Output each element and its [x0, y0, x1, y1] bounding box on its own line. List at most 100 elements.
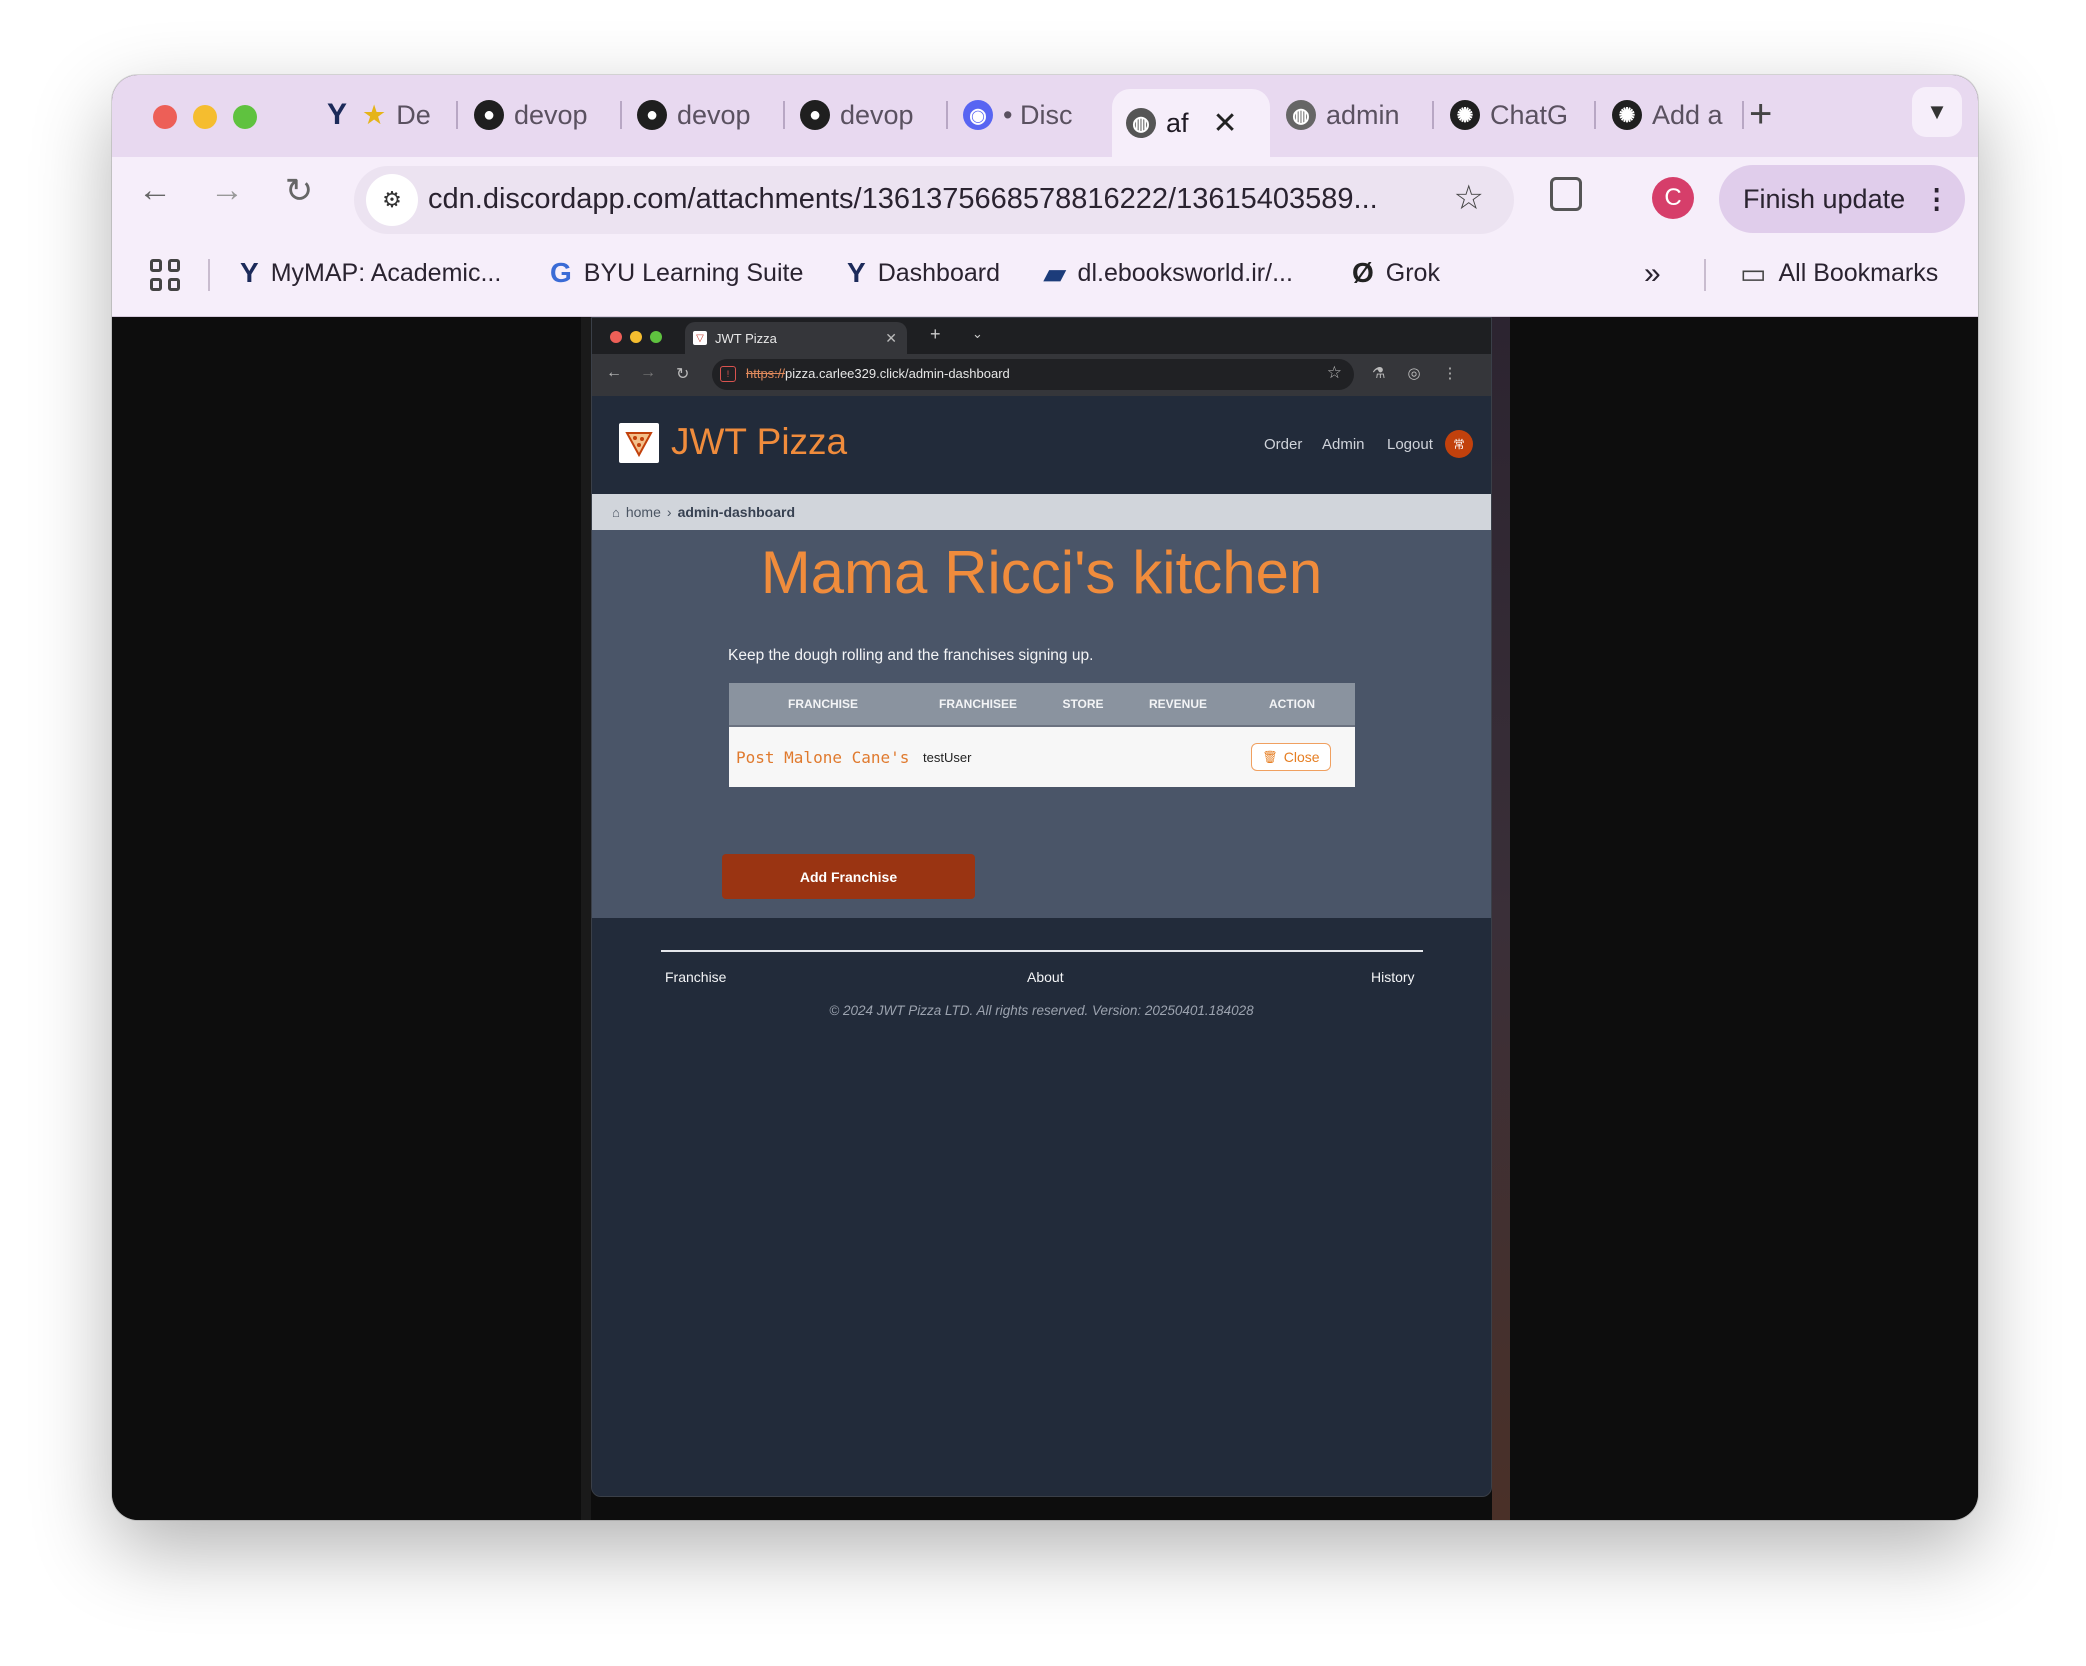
tab-search-chevron-icon[interactable]: ▼ [1912, 87, 1962, 137]
bookmark-item[interactable]: Y MyMAP: Academic... [240, 257, 501, 289]
add-franchise-button[interactable]: Add Franchise [722, 854, 975, 899]
address-bar[interactable]: ⚙ cdn.discordapp.com/attachments/1361375… [354, 166, 1514, 234]
admin-dashboard: Mama Ricci's kitchen Keep the dough roll… [592, 530, 1491, 918]
bookmark-item[interactable]: G BYU Learning Suite [550, 257, 803, 289]
new-tab-icon: + [930, 324, 941, 344]
close-franchise-button[interactable]: 🗑 Close [1251, 743, 1331, 771]
column-header: STORE [1062, 697, 1104, 711]
browser-tab[interactable]: ✺ ChatG [1436, 87, 1596, 143]
page-tagline: Keep the dough rolling and the franchise… [728, 647, 1094, 664]
nav-logout[interactable]: Logout [1387, 436, 1433, 453]
app-footer: Franchise About History © 2024 JWT Pizza… [592, 918, 1491, 1496]
byu-y-icon: Y [240, 257, 259, 288]
github-icon: ● [474, 100, 504, 130]
inner-tab: ▽ JWT Pizza ✕ [685, 322, 907, 354]
site-settings-icon[interactable]: ⚙ [366, 174, 418, 226]
browser-tab[interactable]: ✺ Add a [1598, 87, 1744, 143]
reload-icon: ↻ [676, 366, 690, 383]
footer-link-history[interactable]: History [1371, 969, 1415, 985]
browser-toolbar: ← → ↻ ⚙ cdn.discordapp.com/attachments/1… [112, 157, 1978, 237]
minimize-window-button[interactable] [193, 105, 217, 129]
book-icon: ▰ [1044, 258, 1066, 289]
browser-window: Y ★ De ● devop ● devop ● devop ◉ • Disc … [112, 75, 1978, 1520]
close-tab-icon[interactable]: ✕ [1213, 106, 1238, 141]
inner-toolbar: ← → ↻ ! https://pizza.carlee329.click/ad… [592, 354, 1491, 396]
new-tab-icon[interactable]: + [1749, 92, 1772, 137]
column-header: FRANCHISEE [938, 697, 1017, 711]
pizza-favicon-icon: ▽ [693, 331, 707, 345]
all-bookmarks-button[interactable]: ▭ All Bookmarks [1740, 257, 1938, 290]
bookmark-item[interactable]: Y Dashboard [847, 257, 1000, 289]
profile-avatar[interactable]: C [1652, 177, 1694, 219]
github-icon: ● [800, 100, 830, 130]
app-header: JWT Pizza Order Admin Logout 常 [592, 396, 1491, 494]
bookmark-star-icon[interactable]: ☆ [1454, 178, 1484, 218]
brand-name[interactable]: JWT Pizza [671, 421, 847, 463]
star-icon: ★ [362, 99, 387, 130]
footer-link-about[interactable]: About [1027, 969, 1064, 985]
chevron-right-icon: › [666, 504, 672, 520]
browser-tab[interactable]: ● devop [623, 87, 785, 143]
not-secure-icon: ! [720, 366, 736, 382]
image-viewer: ▽ JWT Pizza ✕ + ⌄ ← → ↻ ! https://pizza.… [112, 317, 1978, 1520]
chevron-down-icon: ⌄ [972, 326, 983, 341]
franchise-table: FRANCHISE FRANCHISEE STORE REVENUE ACTIO… [729, 683, 1355, 787]
browser-tab[interactable]: ● devop [460, 87, 622, 143]
close-window-button[interactable] [153, 105, 177, 129]
close-tab-icon: ✕ [885, 329, 897, 346]
footer-divider [661, 950, 1423, 952]
nav-order[interactable]: Order [1264, 436, 1302, 453]
page-title: Mama Ricci's kitchen [760, 539, 1323, 606]
back-arrow-icon[interactable]: ← [130, 171, 180, 210]
forward-arrow-icon: → [640, 364, 656, 381]
kebab-menu-icon: ⋮ [1923, 183, 1951, 214]
tab-strip: Y ★ De ● devop ● devop ● devop ◉ • Disc … [112, 75, 1978, 157]
more-bookmarks-chevron-icon[interactable]: » [1644, 257, 1661, 291]
table-header: FRANCHISE FRANCHISEE STORE REVENUE ACTIO… [729, 683, 1355, 725]
browser-tab[interactable]: ◉ • Disc [949, 87, 1109, 143]
inner-tab-strip: ▽ JWT Pizza ✕ + ⌄ [592, 318, 1491, 354]
bookmark-item[interactable]: Ø Grok [1352, 257, 1440, 289]
table-row: Post Malone Cane's testUser 🗑 Close [729, 725, 1355, 787]
copyright-text: © 2024 JWT Pizza LTD. All rights reserve… [829, 1003, 1254, 1018]
column-header: REVENUE [1148, 697, 1207, 711]
browser-tab[interactable]: ● devop [786, 87, 948, 143]
openai-icon: ✺ [1450, 100, 1480, 130]
franchise-name: Post Malone Cane's [736, 747, 910, 767]
apps-grid-icon[interactable] [150, 259, 182, 291]
finish-update-button[interactable]: Finish update ⋮ [1719, 165, 1965, 233]
globe-icon: ◍ [1286, 100, 1316, 130]
byu-y-icon: Y [326, 98, 347, 131]
learning-suite-icon: G [550, 257, 572, 288]
extensions-icon[interactable] [1550, 177, 1582, 211]
bookmark-star-icon: ☆ [1326, 363, 1342, 382]
back-arrow-icon: ← [606, 364, 622, 381]
bookmarks-bar: Y MyMAP: Academic... G BYU Learning Suit… [112, 237, 1978, 317]
breadcrumb-home[interactable]: home [626, 504, 661, 520]
column-header: FRANCHISE [787, 697, 858, 711]
reload-icon[interactable]: ↻ [274, 171, 324, 211]
maximize-window-button[interactable] [233, 105, 257, 129]
nav-admin[interactable]: Admin [1322, 436, 1365, 453]
breadcrumb-current: admin-dashboard [677, 504, 796, 520]
profile-icon: ◎ [1407, 365, 1421, 382]
forward-arrow-icon[interactable]: → [202, 171, 252, 210]
screenshot-image: ▽ JWT Pizza ✕ + ⌄ ← → ↻ ! https://pizza.… [591, 317, 1492, 1497]
user-avatar[interactable]: 常 [1445, 430, 1473, 458]
inner-address-bar: ! https://pizza.carlee329.click/admin-da… [712, 359, 1354, 390]
breadcrumb: ⌂ home › admin-dashboard [592, 494, 1491, 530]
browser-tab-active[interactable]: ◍ af ✕ [1112, 89, 1270, 157]
trash-icon: 🗑 [1262, 750, 1278, 764]
footer-link-franchise[interactable]: Franchise [665, 969, 726, 985]
browser-tab[interactable]: Y ★ De [308, 87, 458, 143]
browser-tab[interactable]: ◍ admin [1272, 87, 1434, 143]
discord-icon: ◉ [963, 100, 993, 130]
byu-y-icon: Y [847, 257, 866, 288]
franchisee-name: testUser [923, 749, 972, 765]
url-text: cdn.discordapp.com/attachments/136137566… [428, 183, 1378, 215]
column-header: ACTION [1269, 697, 1315, 711]
openai-icon: ✺ [1612, 100, 1642, 130]
pizza-logo-icon [619, 423, 659, 463]
kebab-menu-icon: ⋮ [1442, 365, 1458, 382]
bookmark-item[interactable]: ▰ dl.ebooksworld.ir/... [1044, 257, 1293, 290]
